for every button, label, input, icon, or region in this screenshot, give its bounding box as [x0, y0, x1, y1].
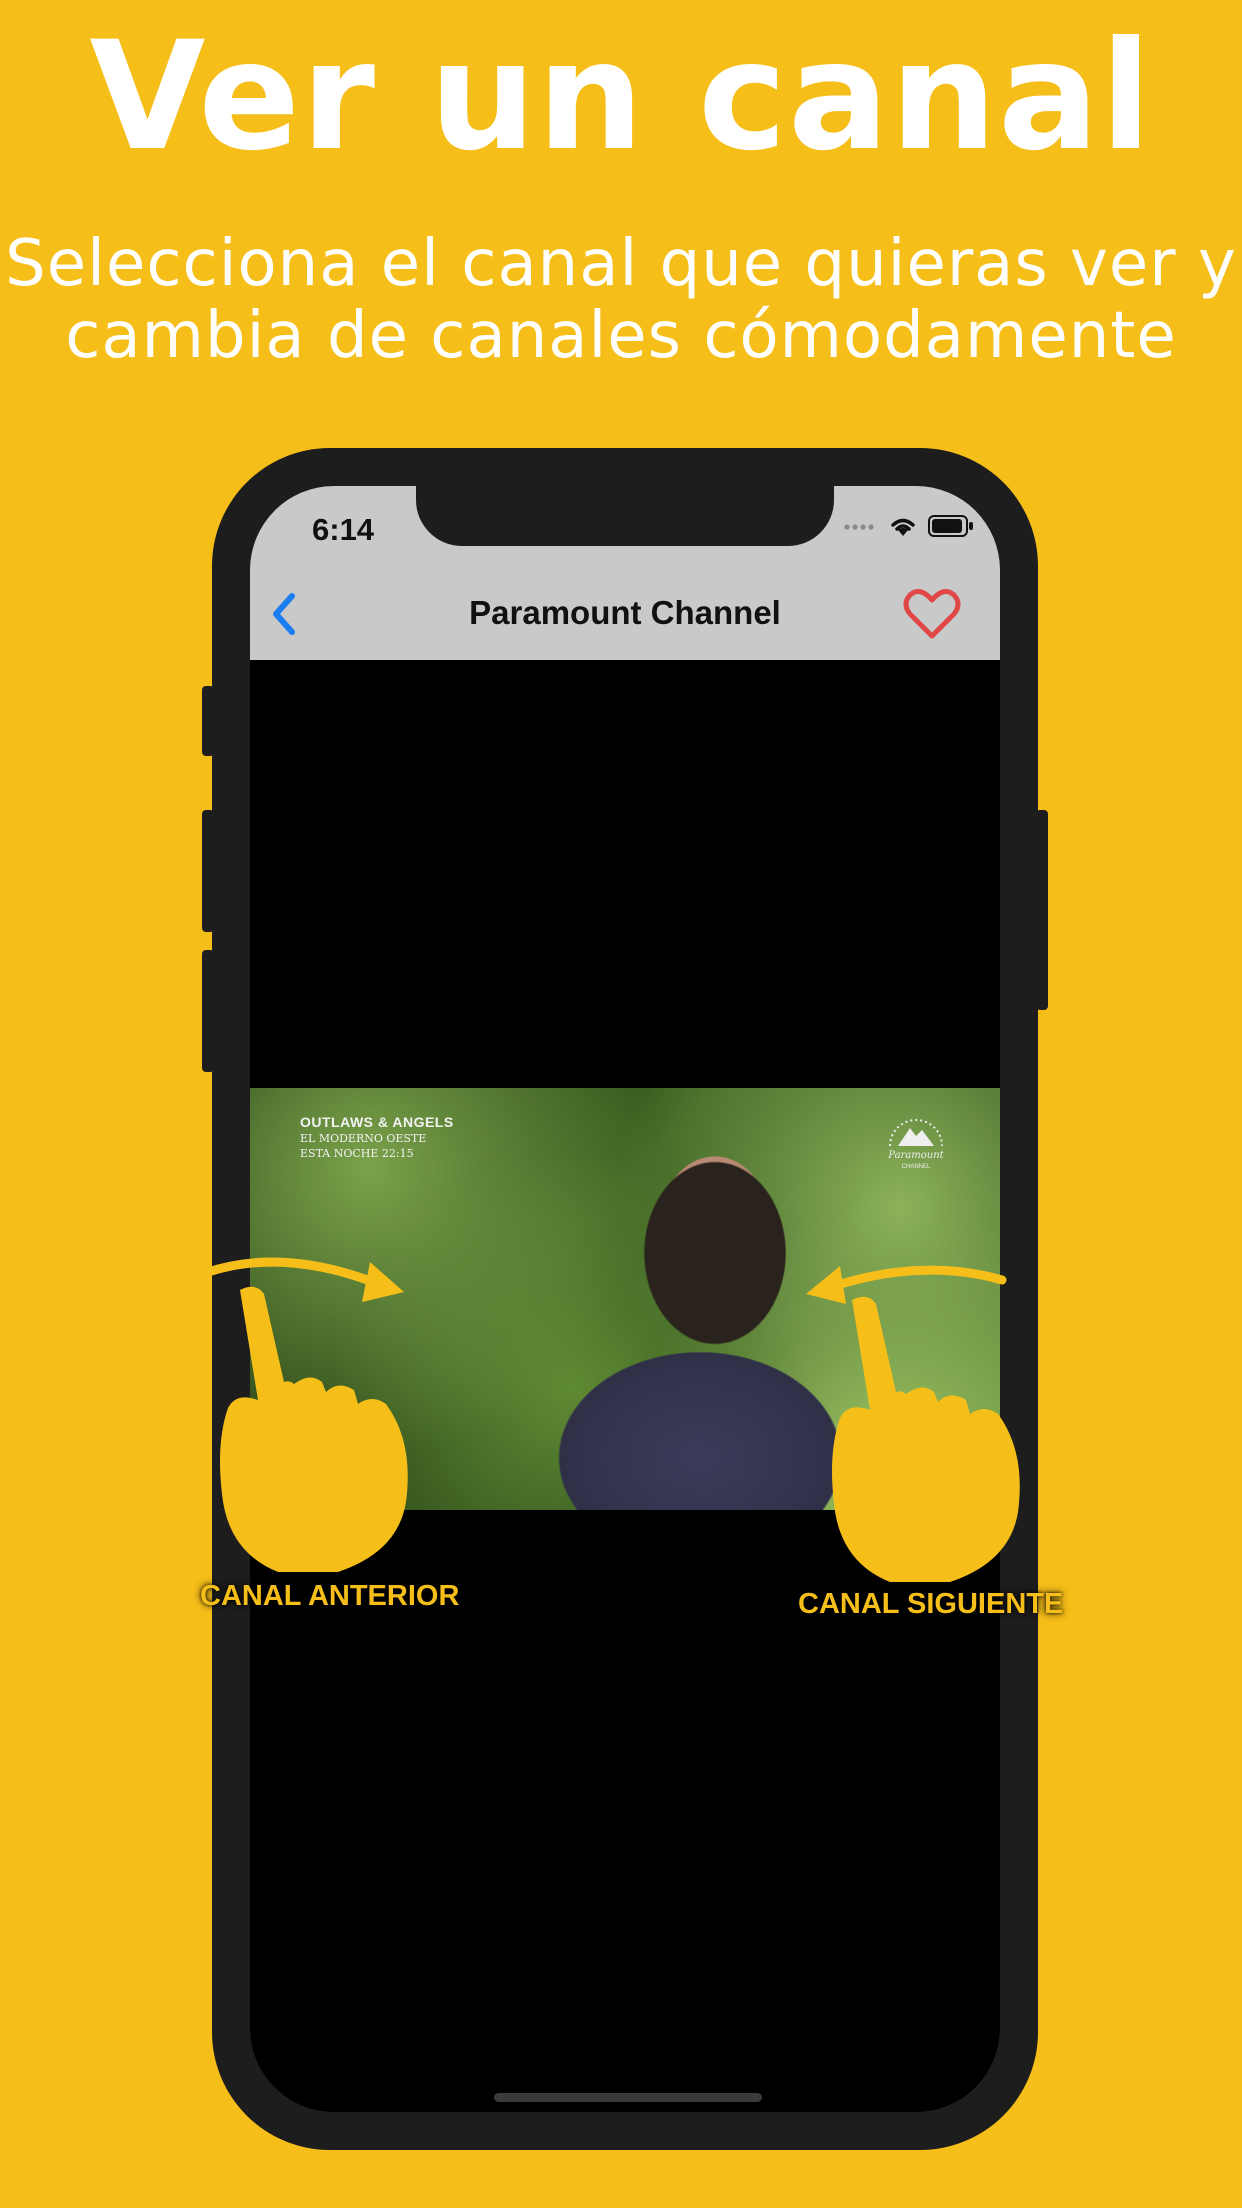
navigation-bar: 6:14 Paramount Channel: [250, 486, 1000, 660]
subheadline-line-1: Selecciona el canal que quieras ver y: [5, 227, 1237, 301]
power-button: [1036, 810, 1048, 1010]
home-indicator: [494, 2093, 762, 2102]
caption-next-channel: CANAL SIGUIENTE: [798, 1588, 1064, 1620]
swipe-right-hand-icon: [203, 1257, 408, 1572]
video-overlay-text: OUTLAWS & ANGELS EL MODERNO OESTE ESTA N…: [300, 1114, 454, 1160]
overlay-title: OUTLAWS & ANGELS: [300, 1114, 454, 1130]
overlay-line-2: EL MODERNO OESTE: [300, 1132, 427, 1145]
headline: Ver un canal: [89, 10, 1153, 184]
overlay-line-3: ESTA NOCHE 22:15: [300, 1147, 414, 1160]
nav-title: Paramount Channel: [469, 594, 781, 631]
caption-previous-channel: CANAL ANTERIOR: [200, 1580, 460, 1612]
volume-down-button: [202, 950, 214, 1072]
paramount-logo: Paramount CHANNEL: [887, 1119, 945, 1170]
silent-switch: [202, 686, 214, 756]
swipe-left-hand-icon: [806, 1265, 1020, 1582]
volume-up-button: [202, 810, 214, 932]
notch: [416, 486, 834, 546]
status-icons: [844, 514, 974, 538]
subheadline-line-2: cambia de canales cómodamente: [65, 299, 1177, 373]
favorite-heart-icon[interactable]: [902, 586, 962, 642]
battery-icon: [928, 515, 973, 537]
logo-sub: CHANNEL: [902, 1164, 931, 1170]
status-time: 6:14: [312, 512, 375, 547]
wifi-icon: [891, 518, 915, 536]
signal-icon: [844, 524, 874, 530]
subheadline: Selecciona el canal que quieras ver y ca…: [0, 228, 1242, 372]
logo-text: Paramount: [887, 1150, 944, 1161]
